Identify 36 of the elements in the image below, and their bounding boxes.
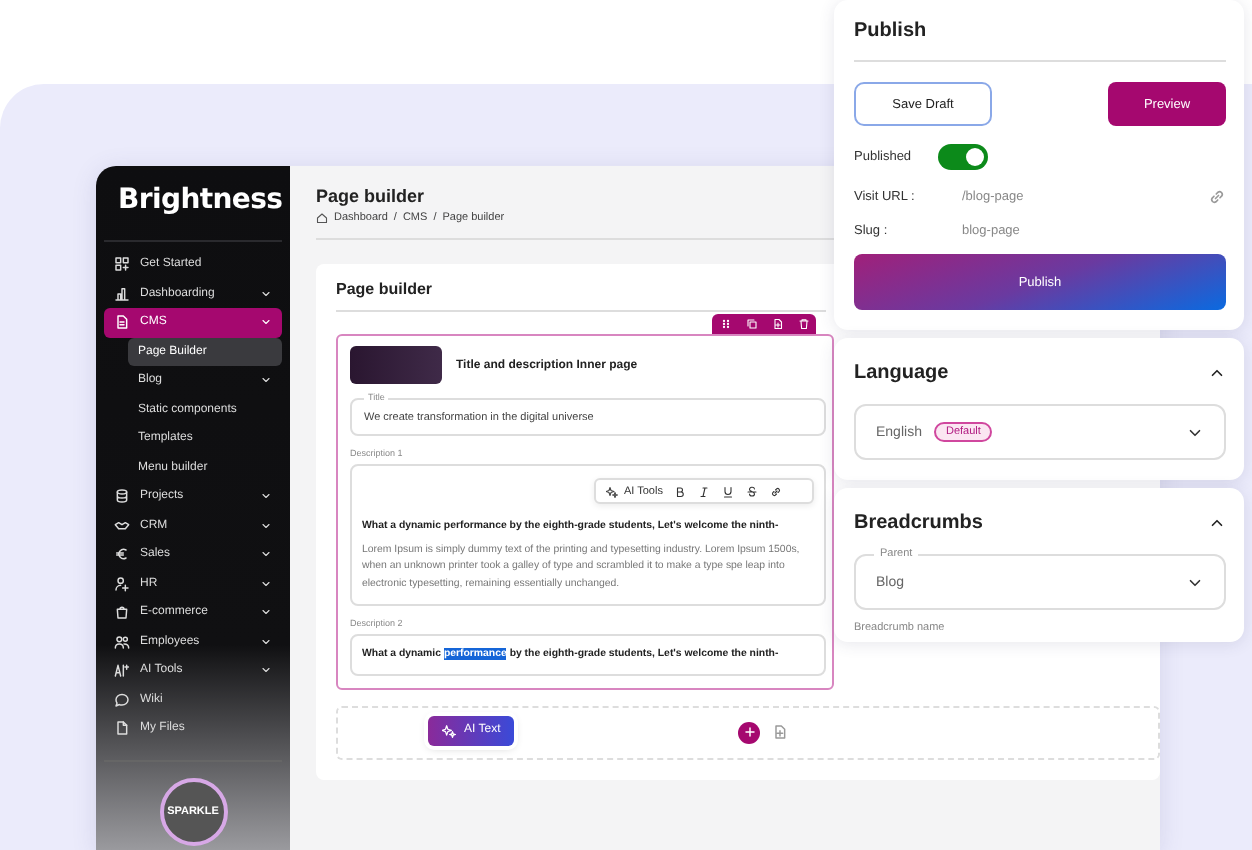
person-add-icon (114, 575, 130, 592)
underline-icon[interactable] (722, 485, 735, 497)
chevron-up-icon[interactable] (1208, 364, 1226, 382)
delete-icon[interactable] (797, 318, 809, 330)
drag-handle-icon[interactable] (719, 318, 731, 330)
shopping-bag-icon (114, 604, 130, 621)
add-button[interactable] (738, 721, 760, 744)
link-icon[interactable] (770, 485, 783, 497)
italic-icon[interactable] (698, 485, 711, 497)
copy-icon[interactable] (745, 318, 757, 330)
chat-bubble-icon (114, 691, 130, 708)
file-icon (114, 720, 130, 737)
card-title: Publish (854, 20, 1226, 62)
database-icon (114, 488, 130, 505)
card-title: Page builder (336, 280, 826, 312)
thumbnail-image (350, 346, 442, 384)
euro-icon (114, 546, 130, 563)
chevron-up-icon[interactable] (1208, 514, 1226, 532)
plus-icon (741, 724, 757, 741)
section-title: Breadcrumbs (854, 512, 983, 534)
content-block[interactable] (336, 334, 834, 690)
ai-icon (114, 662, 130, 679)
sparkle-icon (442, 723, 456, 738)
chart-icon (114, 285, 130, 302)
page-title: Page builder (316, 186, 425, 206)
app-logo: Brightness (104, 166, 282, 242)
home-icon[interactable] (316, 212, 328, 224)
people-icon (114, 633, 130, 650)
strikethrough-icon[interactable] (746, 485, 759, 497)
document-icon (114, 314, 130, 331)
sparkle-icon (606, 485, 618, 497)
grid-icon (114, 256, 130, 273)
bold-icon[interactable] (674, 485, 687, 497)
section-title: Language (854, 362, 949, 384)
published-toggle[interactable] (938, 144, 988, 170)
rich-text-editor[interactable] (350, 464, 826, 606)
